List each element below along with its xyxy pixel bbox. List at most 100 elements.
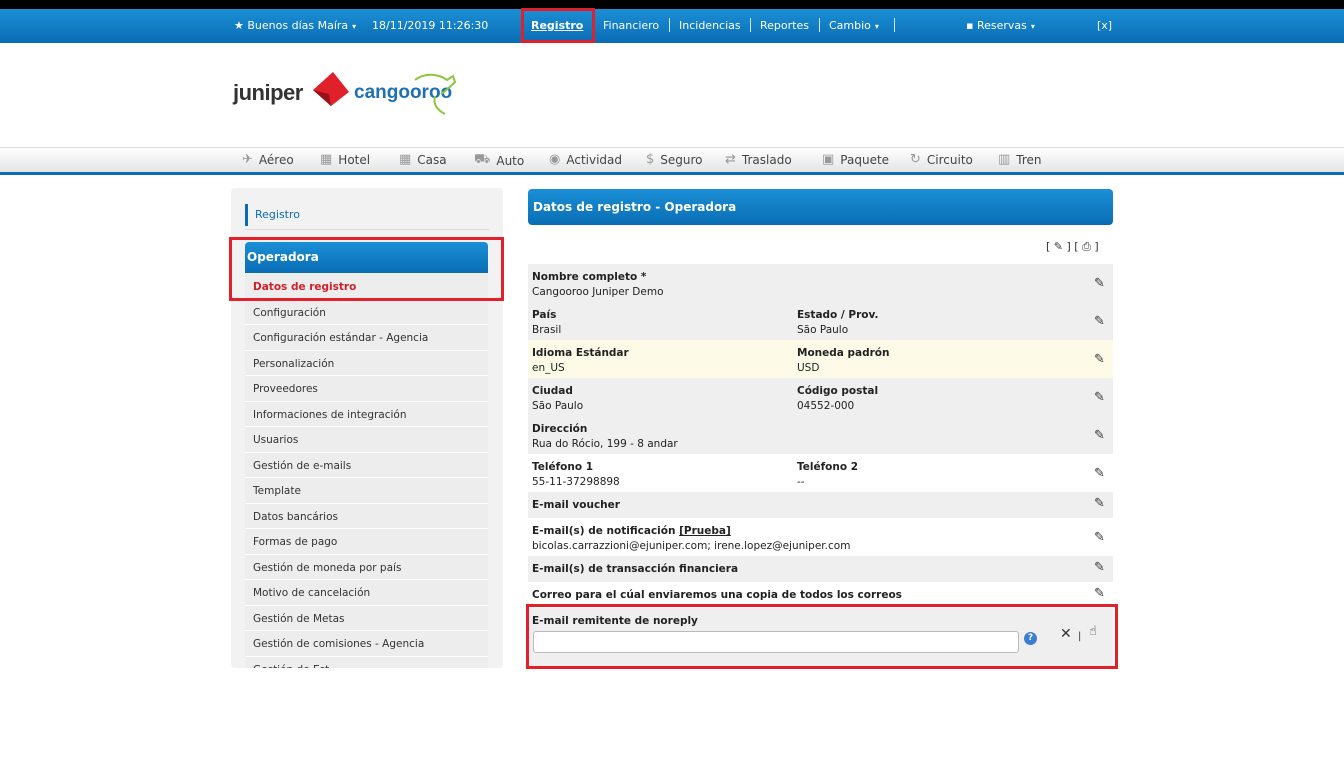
field-value: bicolas.carrazzioni@ejuniper.com; irene.… [532,540,851,552]
nav-incidencias[interactable]: Incidencias [679,19,741,32]
highlight-box-registro [521,8,595,43]
field-label: E-mail voucher [532,499,620,511]
sidebar-item-motivo-cancelacion[interactable]: Motivo de cancelación [245,580,488,606]
tab-tren[interactable]: ▥ Tren [998,152,1042,167]
pencil-icon[interactable]: ✎ [1094,586,1105,601]
sidebar-item-proveedores[interactable]: Proveedores [245,376,488,402]
plane-icon: ✈ [242,152,253,167]
tab-label: Paquete [840,152,890,167]
tab-aereo[interactable]: ✈ Aéreo [242,152,294,167]
field-value: São Paulo [532,400,584,412]
sidebar-menu: Datos de registro Configuración Configur… [245,274,488,668]
field-value: Rua do Rócio, 199 - 8 andar [532,438,678,450]
activity-icon: ◉ [549,152,561,167]
car-icon: ⛟ [474,152,491,167]
tab-hotel[interactable]: ▦ Hotel [320,152,370,167]
sidebar-item-gestion-moneda[interactable]: Gestión de moneda por país [245,554,488,580]
separator [669,18,670,32]
sidebar-item-formas-de-pago[interactable]: Formas de pago [245,529,488,555]
pencil-icon[interactable]: ✎ [1094,466,1105,481]
nav-reservas[interactable]: ▪ Reservas ▾ [966,19,1035,32]
house-icon: ▦ [399,152,412,167]
chevron-down-icon: ▾ [874,22,879,31]
building-icon: ▦ [320,152,333,167]
sidebar-item-usuarios[interactable]: Usuarios [245,427,488,453]
juniper-kite-icon [313,72,349,106]
tab-label: Actividad [566,152,623,167]
top-black-strip [0,0,1344,9]
edit-print-tools[interactable]: [ ✎ ] [ ⎙ ] [1046,240,1099,254]
tab-casa[interactable]: ▦ Casa [399,152,447,167]
tab-label: Seguro [660,152,703,167]
tab-label: Auto [496,153,525,168]
sidebar-item-informaciones-integracion[interactable]: Informaciones de integración [245,401,488,427]
transfer-icon: ⇄ [725,152,736,167]
field-value: USD [797,362,820,374]
pencil-icon[interactable]: ✎ [1094,352,1105,367]
field-label: E-mail(s) de transacción financiera [532,563,739,575]
field-label: Teléfono 1 [532,461,594,473]
pencil-icon[interactable]: ✎ [1094,390,1105,405]
field-row-nombre: Nombre completo * Cangooroo Juniper Demo… [528,264,1113,302]
field-label: Nombre completo * [532,271,647,283]
nav-financiero[interactable]: Financiero [603,19,659,32]
pencil-icon[interactable]: ✎ [1094,496,1105,511]
sidebar-item-gestion-emails[interactable]: Gestión de e-mails [245,452,488,478]
field-label: Ciudad [532,385,573,397]
prueba-link[interactable]: [Prueba] [679,525,731,537]
pencil-icon[interactable]: ✎ [1094,428,1105,443]
tab-seguro[interactable]: $ Seguro [646,152,703,167]
field-label: Dirección [532,423,588,435]
nav-reportes[interactable]: Reportes [760,19,809,32]
dollar-icon: $ [646,152,655,167]
tab-label: Circuito [926,152,973,167]
field-value: Cangooroo Juniper Demo [532,286,664,298]
close-button[interactable]: [x] [1097,19,1112,32]
star-icon: ★ [234,19,244,32]
kangaroo-icon [414,73,457,115]
sidebar-registro-link[interactable]: Registro [245,204,300,226]
sidebar-item-configuracion[interactable]: Configuración [245,299,488,325]
page-title: Datos de registro - Operadora [528,189,1113,225]
juniper-logo-text: juniper [233,80,303,105]
field-row-idioma: Idioma Estándar en_US Moneda padrón USD … [528,340,1113,378]
field-label: Correo para el cúal enviaremos una copia… [532,589,902,601]
pencil-icon[interactable]: ✎ [1094,560,1105,575]
sidebar-item-gestion-metas[interactable]: Gestión de Metas [245,605,488,631]
tab-paquete[interactable]: ▣ Paquete [822,152,889,167]
separator [819,18,820,32]
pencil-icon[interactable]: ✎ [1094,530,1105,545]
field-row-direccion: Dirección Rua do Rócio, 199 - 8 andar ✎ [528,416,1113,454]
field-value: en_US [532,362,565,374]
sidebar-item-datos-bancarios[interactable]: Datos bancários [245,503,488,529]
sidebar-item-gestion-est[interactable]: Gestión de Est... [245,656,488,668]
tab-label: Hotel [338,152,371,167]
field-label: País [532,309,557,321]
top-navigation-bar: ★ Buenos días Maíra ▾ 18/11/2019 11:26:30… [0,9,1344,43]
divider [245,229,489,230]
nav-cambio[interactable]: Cambio ▾ [829,19,879,32]
sidebar-item-configuracion-estandar[interactable]: Configuración estándar - Agencia [245,325,488,351]
sidebar-item-personalizacion[interactable]: Personalización [245,350,488,376]
tab-actividad[interactable]: ◉ Actividad [549,152,622,167]
document-icon: ▪ [966,19,974,32]
suitcase-icon: ▣ [822,152,835,167]
pencil-icon[interactable]: ✎ [1094,276,1105,291]
field-value: São Paulo [797,324,849,336]
field-value: 55-11-37298898 [532,476,620,488]
tab-label: Aéreo [258,152,294,167]
greeting-menu[interactable]: ★ Buenos días Maíra ▾ [234,19,356,32]
field-row-telefono: Teléfono 1 55-11-37298898 Teléfono 2 -- … [528,454,1113,492]
pencil-icon[interactable]: ✎ [1094,314,1105,329]
tab-traslado[interactable]: ⇄ Traslado [725,152,792,167]
tab-auto[interactable]: ⛟ Auto [474,152,524,169]
highlight-box-operadora [229,237,504,301]
sidebar-item-gestion-comisiones[interactable]: Gestión de comisiones - Agencia [245,631,488,657]
reservas-label: Reservas [976,19,1027,32]
sidebar-item-template[interactable]: Template [245,478,488,504]
company-logo: juniper cangooroo [231,66,461,118]
chevron-down-icon: ▾ [1030,22,1035,31]
tab-circuito[interactable]: ↻ Circuito [910,152,973,167]
tab-label: Traslado [741,152,792,167]
separator [750,18,751,32]
